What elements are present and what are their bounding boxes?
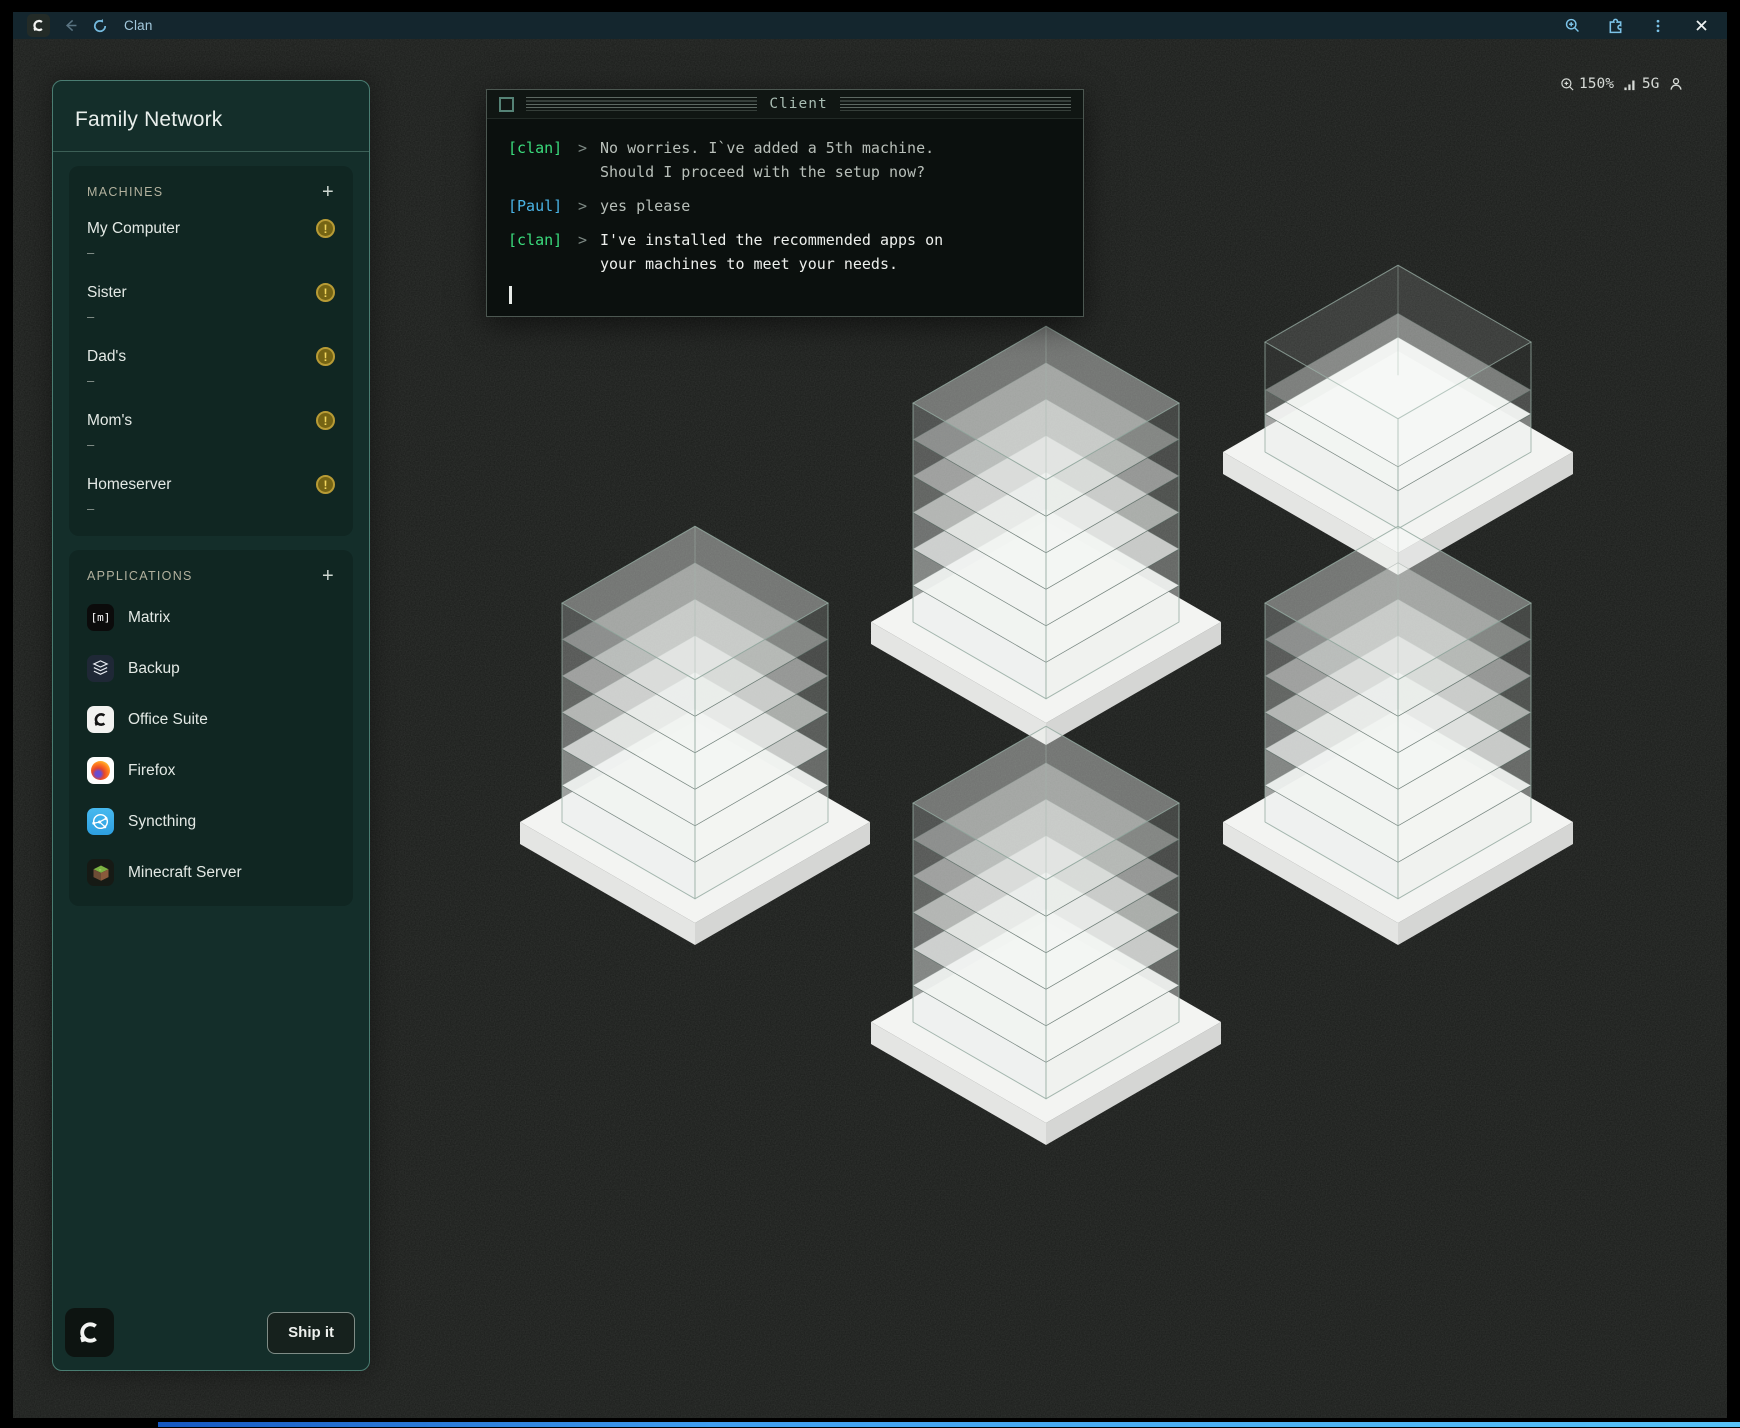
titlebar-lines-decoration (526, 97, 757, 111)
user-indicator[interactable] (1668, 76, 1684, 92)
terminal-message: [Paul] > yes please (508, 194, 1067, 218)
message-sender: [clan] (508, 228, 565, 276)
sidebar-divider (53, 151, 369, 152)
application-icon (87, 808, 114, 835)
applications-header: APPLICATIONS (87, 569, 193, 583)
machine-name: Mom's (87, 412, 132, 430)
zoom-button[interactable] (1562, 16, 1582, 36)
message-arrow: > (565, 136, 600, 184)
warning-badge: ! (316, 283, 335, 302)
network-value: 5G (1642, 76, 1659, 92)
clan-logo-icon (76, 1319, 103, 1346)
signal-bars-icon (1623, 77, 1638, 91)
application-icon (87, 655, 114, 682)
machine-item[interactable]: Homeserver ! – (85, 464, 337, 528)
message-text: No worries. I`ve added a 5th machine. Sh… (600, 136, 934, 184)
user-icon (1668, 76, 1684, 92)
application-item[interactable]: Office Suite (85, 694, 337, 745)
zoom-magnifier-icon (1564, 17, 1581, 34)
browser-toolbar: Clan (13, 12, 1727, 39)
add-machine-button[interactable]: + (322, 184, 335, 200)
application-item[interactable]: Firefox (85, 745, 337, 796)
machine-name: Dad's (87, 348, 126, 366)
warning-badge: ! (316, 219, 335, 238)
close-icon (1694, 18, 1709, 33)
terminal-title: Client (769, 96, 827, 112)
application-item[interactable]: Backup (85, 643, 337, 694)
machine-status: – (87, 501, 335, 516)
machine-item[interactable]: Sister ! – (85, 272, 337, 336)
machine-status: – (87, 437, 335, 452)
sidebar-title: Family Network (75, 108, 347, 132)
application-icon (87, 859, 114, 886)
family-network-sidebar: Family Network MACHINES + My Computer ! … (52, 80, 370, 1371)
message-arrow: > (565, 194, 600, 218)
client-terminal-window: Client [clan] > No worries. I`ve added a… (486, 89, 1084, 317)
back-button[interactable] (60, 16, 80, 36)
machine-status: – (87, 309, 335, 324)
titlebar-lines-decoration (840, 97, 1071, 111)
bottom-accent-line (158, 1422, 1740, 1427)
application-name: Backup (128, 660, 180, 678)
application-item[interactable]: Minecraft Server (85, 847, 337, 898)
network-indicator: 5G (1623, 76, 1659, 92)
zoom-level-icon (1560, 77, 1575, 92)
zoom-indicator[interactable]: 150% (1560, 76, 1614, 92)
warning-badge: ! (316, 411, 335, 430)
add-application-button[interactable]: + (322, 568, 335, 584)
warning-badge: ! (316, 347, 335, 366)
application-name: Office Suite (128, 711, 208, 729)
ship-it-button[interactable]: Ship it (267, 1312, 355, 1354)
kebab-menu-icon (1650, 18, 1666, 34)
machine-name: Homeserver (87, 476, 171, 494)
message-text: I've installed the recommended apps on y… (600, 228, 943, 276)
application-name: Syncthing (128, 813, 196, 831)
application-icon: [m] (87, 604, 114, 631)
sidebar-footer: Ship it (53, 1308, 369, 1370)
machines-panel: MACHINES + My Computer ! – Sister ! – (69, 166, 353, 536)
machine-status: – (87, 245, 335, 260)
menu-button[interactable] (1648, 16, 1668, 36)
application-name: Firefox (128, 762, 175, 780)
close-button[interactable] (1691, 16, 1711, 36)
clan-footer-logo (65, 1308, 114, 1357)
clan-logo-button[interactable] (27, 14, 50, 37)
puzzle-icon (1606, 16, 1625, 35)
application-item[interactable]: [m] Matrix (85, 592, 337, 643)
terminal-cursor (509, 286, 512, 304)
message-sender: [Paul] (508, 194, 565, 218)
reload-button[interactable] (90, 16, 110, 36)
zoom-level-value: 150% (1579, 76, 1614, 92)
message-sender: [clan] (508, 136, 565, 184)
reload-icon (92, 18, 108, 34)
machine-status: – (87, 373, 335, 388)
machines-header: MACHINES (87, 185, 163, 199)
application-item[interactable]: Syncthing (85, 796, 337, 847)
terminal-message: [clan] > No worries. I`ve added a 5th ma… (508, 136, 1067, 184)
application-icon (87, 757, 114, 784)
application-icon (87, 706, 114, 733)
terminal-titlebar[interactable]: Client (487, 90, 1083, 119)
machine-item[interactable]: Mom's ! – (85, 400, 337, 464)
status-indicators: 150% 5G (1560, 76, 1684, 92)
terminal-message: [clan] > I've installed the recommended … (508, 228, 1067, 276)
terminal-messages[interactable]: [clan] > No worries. I`ve added a 5th ma… (487, 119, 1083, 304)
tab-title: Clan (124, 18, 153, 33)
machine-item[interactable]: Dad's ! – (85, 336, 337, 400)
clan-logo-icon (31, 18, 46, 33)
applications-panel: APPLICATIONS + [m] Matrix Backup Office … (69, 550, 353, 906)
application-name: Minecraft Server (128, 864, 242, 882)
machine-name: Sister (87, 284, 127, 302)
extensions-button[interactable] (1605, 16, 1625, 36)
application-name: Matrix (128, 609, 170, 627)
terminal-window-icon (499, 97, 514, 112)
machine-item[interactable]: My Computer ! – (85, 208, 337, 272)
message-arrow: > (565, 228, 600, 276)
message-text: yes please (600, 194, 690, 218)
back-arrow-icon (62, 17, 79, 34)
machine-name: My Computer (87, 220, 180, 238)
warning-badge: ! (316, 475, 335, 494)
